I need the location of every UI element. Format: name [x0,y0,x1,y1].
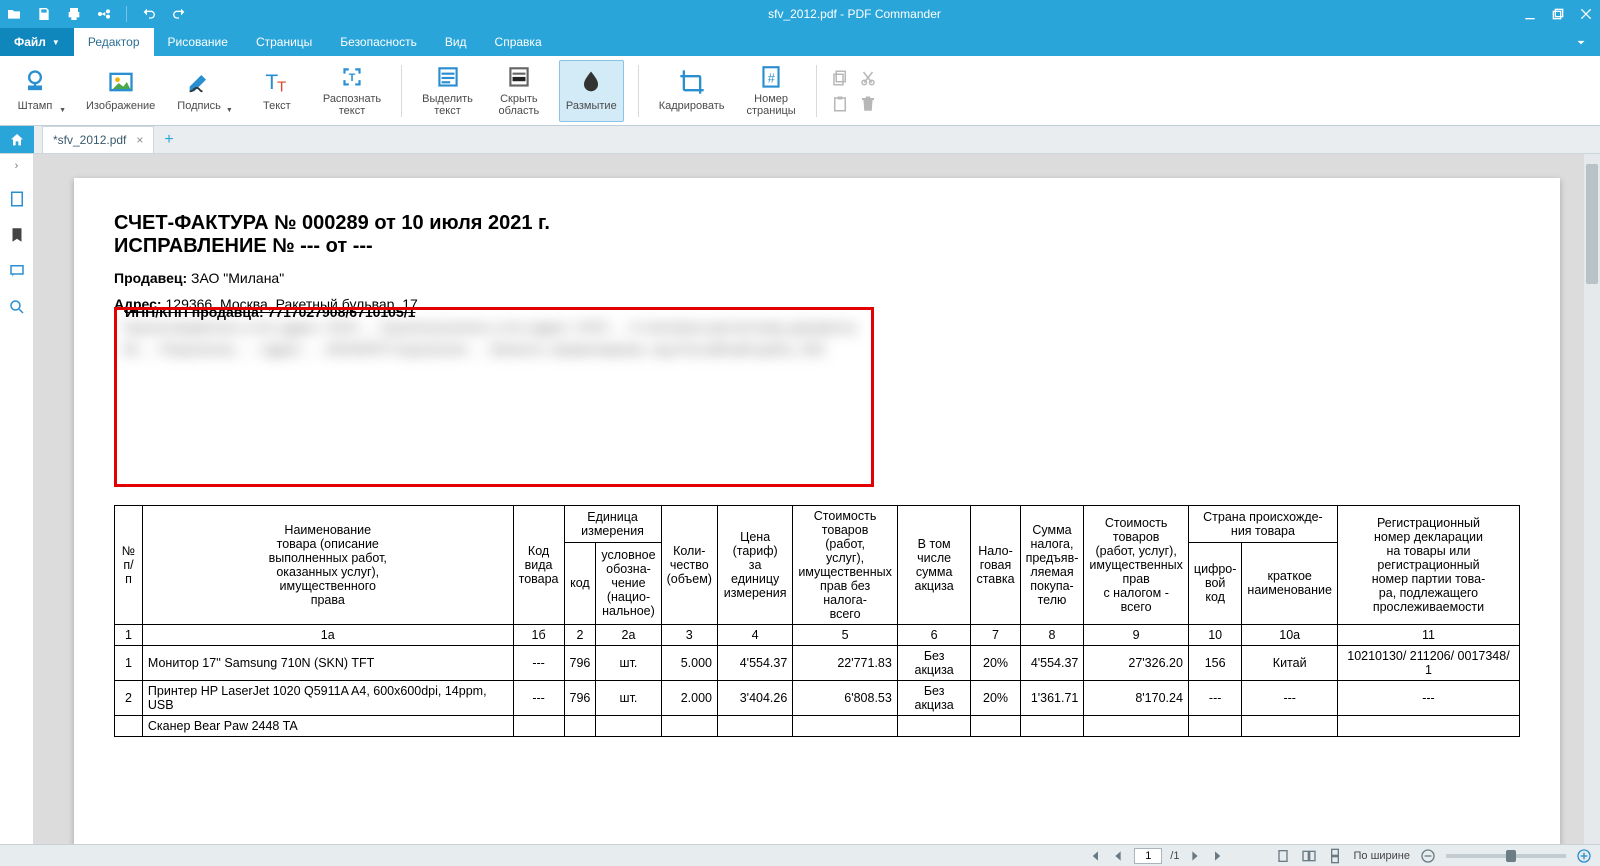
hide-button[interactable]: Скрыть область [489,60,549,122]
close-window-icon[interactable] [1578,6,1594,22]
seller-line: Продавец: ЗАО "Милана" [114,268,1520,288]
sign-button[interactable]: Подпись [171,60,237,122]
page-input[interactable] [1134,848,1162,864]
ribbon-editor: Штамп Изображение Подпись TT Текст T Рас… [0,56,1600,126]
highlight-button[interactable]: Выделить текст [416,60,479,122]
crop-button[interactable]: Кадрировать [653,60,731,122]
status-bar: /1 По ширине [0,844,1600,866]
pdf-page: СЧЕТ-ФАКТУРА № 000289 от 10 июля 2021 г.… [74,178,1560,844]
crop-icon [678,68,706,96]
save-icon[interactable] [36,6,52,22]
minimize-icon[interactable] [1522,6,1538,22]
text-button[interactable]: TT Текст [247,60,307,122]
vertical-scrollbar[interactable] [1584,154,1600,844]
view-continuous-icon[interactable] [1327,848,1343,864]
thumbnails-icon[interactable] [8,190,26,208]
open-icon[interactable] [6,6,22,22]
redo-icon[interactable] [171,6,187,22]
zoom-out-icon[interactable] [1420,848,1436,864]
titlebar: sfv_2012.pdf - PDF Commander [0,0,1600,28]
sign-icon [185,68,213,96]
sign-label: Подпись [177,100,221,112]
menu-tabs: Файл Редактор Рисование Страницы Безопас… [0,28,1600,56]
tab-security[interactable]: Безопасность [326,28,431,56]
add-tab[interactable]: + [154,126,183,153]
delete-icon[interactable] [859,95,877,113]
tab-drawing[interactable]: Рисование [154,28,242,56]
print-icon[interactable] [66,6,82,22]
stamp-button[interactable]: Штамп [10,60,70,122]
tab-help[interactable]: Справка [481,28,556,56]
table-row: Сканер Bear Paw 2448 TA [115,715,1520,736]
doc-tab[interactable]: *sfv_2012.pdf × [42,126,154,153]
ocr-label: Распознать текст [323,93,381,117]
doc-tabstrip: *sfv_2012.pdf × + [0,126,1600,154]
tab-pages[interactable]: Страницы [242,28,326,56]
zoom-slider[interactable] [1446,854,1566,858]
pagenum-icon: # [757,64,785,90]
blur-button[interactable]: Размытие [559,60,624,122]
collapse-ribbon[interactable] [1562,28,1600,56]
cut-icon[interactable] [859,69,877,87]
tab-file[interactable]: Файл [0,28,74,56]
invoice-table: № п/п Наименование товара (описание выпо… [114,505,1520,737]
bookmarks-icon[interactable] [8,226,26,244]
tab-view[interactable]: Вид [431,28,481,56]
first-page-icon[interactable] [1086,848,1102,864]
stamp-label: Штамп [18,100,53,112]
blur-label: Размытие [566,100,617,112]
crop-label: Кадрировать [659,100,725,112]
highlight-label: Выделить текст [422,93,473,117]
work-area: › СЧЕТ-ФАКТУРА № 000289 от 10 июля 2021 … [0,154,1600,844]
next-page-icon[interactable] [1187,848,1203,864]
undo-icon[interactable] [141,6,157,22]
zoom-mode[interactable]: По ширине [1353,850,1410,862]
blur-icon [577,68,605,96]
ocr-button[interactable]: T Распознать текст [317,60,387,122]
text-icon: TT [263,68,291,96]
zoom-in-icon[interactable] [1576,848,1592,864]
page-total: /1 [1170,850,1179,862]
doc-title1: СЧЕТ-ФАКТУРА № 000289 от 10 июля 2021 г. [114,212,1520,235]
hide-icon [505,64,533,90]
expand-side-icon[interactable]: › [15,160,19,172]
document-viewer[interactable]: СЧЕТ-ФАКТУРА № 000289 от 10 июля 2021 г.… [34,154,1600,844]
comments-icon[interactable] [8,262,26,280]
svg-text:T: T [277,79,286,96]
table-row: 1Монитор 17'' Samsung 710N (SKN) TFT---7… [115,645,1520,680]
search-icon[interactable] [8,298,26,316]
home-tab[interactable] [0,126,34,153]
paste-icon[interactable] [831,95,849,113]
table-row: 2Принтер HP LaserJet 1020 Q5911A A4, 600… [115,680,1520,715]
blurred-region: Грузоотправитель и его адрес: ООО … Груз… [123,316,865,478]
side-panel: › [0,154,34,844]
close-tab-icon[interactable]: × [136,133,143,147]
last-page-icon[interactable] [1211,848,1227,864]
ocr-icon: T [338,64,366,90]
stamp-icon [21,68,49,96]
text-label: Текст [263,100,291,112]
pagenum-label: Номер страницы [747,93,796,117]
hide-label: Скрыть область [499,93,540,117]
window-title: sfv_2012.pdf - PDF Commander [187,7,1522,21]
view-single-icon[interactable] [1275,848,1291,864]
blur-selection-box[interactable]: ИНН/КПП продавца: 7717027908/6710105/1 Г… [114,307,874,487]
pagenum-button[interactable]: # Номер страницы [741,60,802,122]
copy-icon[interactable] [831,69,849,87]
image-label: Изображение [86,100,155,112]
doc-tab-label: *sfv_2012.pdf [53,133,126,147]
highlight-icon [434,64,462,90]
restore-icon[interactable] [1550,6,1566,22]
svg-text:T: T [349,72,356,84]
svg-text:#: # [768,70,776,85]
prev-page-icon[interactable] [1110,848,1126,864]
tab-editor[interactable]: Редактор [74,28,154,56]
image-button[interactable]: Изображение [80,60,161,122]
doc-title2: ИСПРАВЛЕНИЕ № --- от --- [114,235,1520,258]
image-icon [107,68,135,96]
view-double-icon[interactable] [1301,848,1317,864]
page-navigator: /1 [1086,848,1227,864]
share-icon[interactable] [96,6,112,22]
